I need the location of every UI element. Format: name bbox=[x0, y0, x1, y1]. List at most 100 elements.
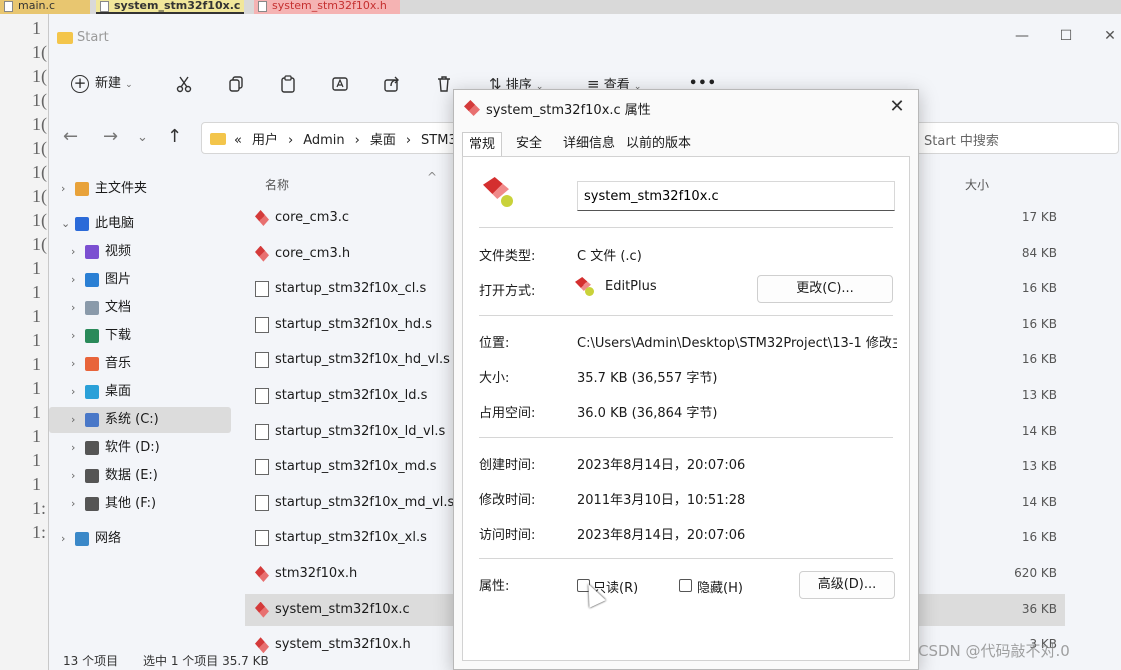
network-icon bbox=[75, 532, 89, 546]
sidebar-item[interactable]: › 视频 bbox=[49, 239, 231, 265]
cut-button[interactable] bbox=[175, 70, 193, 98]
expand-chevron-icon[interactable]: › bbox=[71, 435, 75, 461]
scissors-icon bbox=[176, 76, 192, 92]
file-name: startup_stm32f10x_md.s bbox=[275, 459, 437, 475]
new-button[interactable]: + 新建 ⌄ bbox=[71, 70, 133, 98]
video-icon bbox=[85, 245, 99, 259]
ide-tab-system-h[interactable]: system_stm32f10x.h bbox=[254, 0, 400, 14]
file-icon bbox=[4, 1, 13, 12]
share-button[interactable] bbox=[383, 70, 401, 98]
expand-chevron-icon[interactable]: › bbox=[71, 351, 75, 377]
sidebar-item[interactable]: › 下载 bbox=[49, 323, 231, 349]
window-title: Start bbox=[77, 30, 109, 45]
location-value: C:\Users\Admin\Desktop\STM32Project\13-1… bbox=[577, 336, 897, 351]
breadcrumb-item[interactable]: 用户 bbox=[252, 133, 278, 148]
folder-icon bbox=[57, 32, 73, 44]
column-header-name[interactable]: 名称 bbox=[265, 176, 289, 193]
disk-size-label: 占用空间: bbox=[479, 406, 536, 421]
expand-chevron-icon[interactable]: › bbox=[71, 463, 75, 489]
file-name: system_stm32f10x.c bbox=[275, 601, 410, 617]
text-file-icon bbox=[255, 530, 269, 547]
file-name: startup_stm32f10x_hd.s bbox=[275, 316, 433, 332]
copy-button[interactable] bbox=[227, 70, 245, 98]
delete-button[interactable] bbox=[435, 70, 453, 98]
sidebar-item[interactable]: ⌄ 此电脑 bbox=[49, 211, 231, 237]
minimize-button[interactable]: — bbox=[1007, 24, 1037, 48]
music-icon bbox=[85, 357, 99, 371]
expand-chevron-icon[interactable]: › bbox=[71, 295, 75, 321]
dialog-close-icon[interactable]: ✕ bbox=[886, 96, 908, 118]
expand-chevron-icon[interactable]: › bbox=[71, 323, 75, 349]
computer-icon bbox=[75, 217, 89, 231]
sidebar-item-label: 网络 bbox=[95, 531, 122, 546]
expand-chevron-icon[interactable]: › bbox=[71, 379, 75, 405]
sidebar-item[interactable]: › 其他 (F:) bbox=[49, 491, 231, 517]
text-file-icon bbox=[255, 388, 269, 404]
line-number: 1( bbox=[32, 186, 47, 206]
search-placeholder: Start 中搜索 bbox=[924, 134, 999, 149]
back-arrow-icon[interactable]: ← bbox=[63, 126, 78, 147]
up-arrow-icon[interactable]: ↑ bbox=[167, 126, 182, 147]
tab-previous-versions[interactable]: 以前的版本 bbox=[620, 132, 697, 156]
expand-chevron-icon[interactable]: ⌄ bbox=[61, 211, 70, 237]
sidebar-item-label: 数据 (E:) bbox=[105, 468, 158, 483]
column-header-size[interactable]: 大小 bbox=[965, 176, 989, 193]
sidebar-item[interactable]: › 图片 bbox=[49, 267, 231, 293]
file-name: startup_stm32f10x_hd_vl.s bbox=[275, 352, 450, 368]
sidebar-item-label: 视频 bbox=[105, 244, 132, 259]
line-number: 1( bbox=[32, 90, 47, 110]
sidebar-item[interactable]: › 主文件夹 bbox=[49, 176, 231, 202]
picture-icon bbox=[85, 273, 99, 287]
breadcrumb-overflow[interactable]: « bbox=[234, 133, 242, 148]
expand-chevron-icon[interactable]: › bbox=[71, 491, 75, 517]
sidebar-item[interactable]: › 软件 (D:) bbox=[49, 435, 231, 461]
line-number: 1: bbox=[32, 522, 47, 542]
ide-tab-main-c[interactable]: main.c bbox=[0, 0, 90, 14]
breadcrumb-item[interactable]: 桌面 bbox=[370, 133, 396, 148]
expand-chevron-icon[interactable]: › bbox=[71, 267, 75, 293]
ide-tab-system-c[interactable]: system_stm32f10x.c bbox=[96, 0, 244, 14]
tab-details[interactable]: 详细信息 bbox=[557, 132, 621, 156]
line-number: 1 bbox=[32, 378, 41, 398]
sidebar-item[interactable]: › 系统 (C:) bbox=[49, 407, 231, 433]
title-bar: Start — ☐ ✕ bbox=[49, 14, 1121, 58]
search-input[interactable]: Start 中搜索 bbox=[909, 122, 1119, 154]
sidebar-item[interactable]: › 音乐 bbox=[49, 351, 231, 377]
expand-chevron-icon[interactable]: › bbox=[71, 407, 75, 433]
sidebar-item[interactable]: › 网络 bbox=[49, 526, 231, 552]
file-size: 16 KB bbox=[1021, 281, 1057, 296]
tab-general[interactable]: 常规 bbox=[462, 132, 503, 156]
file-size: 13 KB bbox=[1021, 459, 1057, 474]
folder-icon bbox=[210, 133, 226, 145]
source-file-icon bbox=[255, 245, 269, 262]
forward-arrow-icon[interactable]: → bbox=[103, 126, 118, 147]
created-label: 创建时间: bbox=[479, 458, 536, 473]
sidebar-item[interactable]: › 文档 bbox=[49, 295, 231, 321]
expand-chevron-icon[interactable]: › bbox=[71, 239, 75, 265]
tab-security[interactable]: 安全 bbox=[510, 132, 548, 156]
rename-icon bbox=[332, 76, 348, 91]
close-button[interactable]: ✕ bbox=[1095, 24, 1121, 48]
sort-chevron-icon: ^ bbox=[427, 170, 438, 184]
expand-chevron-icon[interactable]: › bbox=[61, 526, 65, 552]
sidebar-item[interactable]: › 桌面 bbox=[49, 379, 231, 405]
filename-field[interactable] bbox=[577, 181, 895, 211]
recent-chevron-icon[interactable]: ⌄ bbox=[137, 130, 148, 145]
desktop-icon bbox=[85, 385, 99, 399]
sidebar-item[interactable]: › 数据 (E:) bbox=[49, 463, 231, 489]
rename-button[interactable] bbox=[331, 70, 349, 98]
text-file-icon bbox=[255, 494, 269, 511]
maximize-button[interactable]: ☐ bbox=[1051, 24, 1081, 48]
text-file-icon bbox=[255, 316, 269, 333]
breadcrumb-separator: › bbox=[287, 133, 294, 148]
ide-tab-strip: main.c system_stm32f10x.c system_stm32f1… bbox=[0, 0, 1121, 14]
change-button[interactable]: 更改(C)... bbox=[757, 275, 893, 303]
drive-d-icon bbox=[85, 441, 99, 455]
paste-button[interactable] bbox=[279, 70, 297, 98]
breadcrumb-item[interactable]: Admin bbox=[303, 133, 344, 148]
expand-chevron-icon[interactable]: › bbox=[61, 176, 65, 202]
sidebar-item-label: 桌面 bbox=[105, 384, 132, 399]
advanced-button[interactable]: 高级(D)... bbox=[799, 571, 895, 599]
file-size: 16 KB bbox=[1021, 352, 1057, 367]
hidden-checkbox[interactable] bbox=[679, 579, 692, 592]
